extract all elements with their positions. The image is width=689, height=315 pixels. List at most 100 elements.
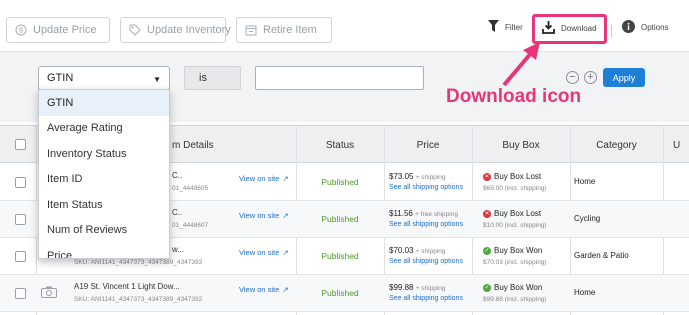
view-on-site-link[interactable]: View on site ↗	[239, 211, 289, 220]
category-label: Home	[574, 177, 596, 186]
chevron-down-icon: ▼	[153, 75, 161, 84]
item-sku: SKU: ANI1141_4347373_4347389_4347393	[74, 259, 203, 266]
view-on-site-link[interactable]: View on site ↗	[239, 174, 289, 183]
view-on-site-label: View on site	[239, 211, 280, 220]
buy-box-status: ✕ Buy Box Lost	[483, 172, 541, 181]
shipping-note: + free shipping	[415, 211, 458, 218]
dropdown-option-num-of-reviews[interactable]: Num of Reviews	[39, 218, 169, 244]
x-circle-icon: ✕	[483, 172, 491, 181]
filter-operator-label: is	[199, 72, 207, 84]
price-value: $99.88	[389, 283, 414, 292]
filter-operator: is	[184, 66, 241, 90]
remove-filter-icon[interactable]: −	[566, 71, 579, 84]
item-sku: 01_4448605	[172, 185, 209, 192]
dropdown-option-gtin[interactable]: GTIN	[39, 90, 169, 116]
select-all-checkbox[interactable]	[15, 139, 26, 150]
header-buy-box[interactable]: Buy Box	[472, 126, 570, 164]
header-price[interactable]: Price	[384, 126, 472, 164]
buy-box-status: ✕ Buy Box Lost	[483, 209, 541, 218]
retire-item-label: Retire Item	[263, 24, 317, 36]
camera-icon	[41, 286, 57, 298]
shipping-note: + shipping	[415, 174, 446, 181]
check-circle-icon: ✓	[483, 246, 491, 255]
table-row[interactable]: A19 St. Vincent 1 Light Dow... SKU: ANI1…	[0, 275, 689, 312]
dropdown-option-item-status[interactable]: Item Status	[39, 192, 169, 218]
buy-box-price: $99.88 (incl. shipping)	[483, 296, 547, 303]
shipping-note: + shipping	[415, 285, 446, 292]
external-link-icon: ↗	[282, 174, 289, 183]
shipping-note: + shipping	[415, 248, 446, 255]
update-inventory-button[interactable]: Update Inventory	[120, 17, 231, 43]
category-label: Garden & Patio	[574, 251, 629, 260]
item-sku: SKU: ANI1141_4347373_4347389_4347392	[74, 296, 203, 303]
header-item-details[interactable]: m Details	[172, 126, 214, 164]
tag-icon	[129, 24, 141, 36]
row-checkbox[interactable]	[15, 288, 26, 299]
external-link-icon: ↗	[282, 211, 289, 220]
dropdown-option-item-id[interactable]: Item ID	[39, 167, 169, 193]
item-name: A19 St. Vincent 1 Light Dow...	[74, 282, 180, 291]
row-checkbox[interactable]	[15, 214, 26, 225]
status-label: Published	[321, 251, 359, 261]
buy-box-price: $70.03 (incl. shipping)	[483, 259, 547, 266]
shipping-options-link[interactable]: See all shipping options	[389, 258, 463, 265]
dropdown-option-average-rating[interactable]: Average Rating	[39, 116, 169, 142]
buy-box-status: ✓ Buy Box Won	[483, 246, 542, 255]
dollar-icon: $	[15, 24, 27, 36]
dropdown-option-price[interactable]: Price	[39, 243, 169, 258]
status-label: Published	[321, 177, 359, 187]
status-label: Published	[321, 288, 359, 298]
calendar-icon	[245, 24, 257, 36]
view-on-site-link[interactable]: View on site ↗	[239, 285, 289, 294]
filter-label: Filter	[505, 23, 523, 32]
update-price-label: Update Price	[33, 24, 97, 36]
svg-text:$: $	[19, 28, 23, 35]
price-value: $73.05	[389, 172, 414, 181]
header-category[interactable]: Category	[570, 126, 663, 164]
shipping-options-link[interactable]: See all shipping options	[389, 295, 463, 302]
filter-field-dropdown: GTIN Average Rating Inventory Status Ite…	[38, 89, 170, 259]
toolbar-divider	[611, 25, 612, 37]
shipping-options-link[interactable]: See all shipping options	[389, 221, 463, 228]
buy-box-label: Buy Box Won	[494, 283, 543, 292]
header-status[interactable]: Status	[296, 126, 384, 164]
apply-button[interactable]: Apply	[603, 68, 645, 87]
category-label: Cycling	[574, 214, 601, 223]
update-inventory-label: Update Inventory	[147, 24, 231, 36]
check-circle-icon: ✓	[483, 283, 491, 292]
options-button[interactable]: Options	[622, 20, 669, 35]
row-checkbox[interactable]	[15, 251, 26, 262]
filter-field-select[interactable]: GTIN ▼	[38, 66, 170, 90]
filter-field-value: GTIN	[47, 72, 74, 84]
item-name: C..	[172, 208, 183, 217]
annotation-arrow	[502, 42, 540, 87]
x-circle-icon: ✕	[483, 209, 491, 218]
header-extra[interactable]: U	[673, 126, 680, 164]
add-filter-icon[interactable]: +	[584, 71, 597, 84]
info-icon	[622, 20, 635, 35]
external-link-icon: ↗	[282, 285, 289, 294]
buy-box-label: Buy Box Won	[494, 246, 543, 255]
shipping-options-link[interactable]: See all shipping options	[389, 184, 463, 191]
price-value: $11.56	[389, 209, 413, 218]
funnel-icon	[488, 20, 499, 35]
item-sku: 01_4448607	[172, 222, 209, 229]
filter-value-input[interactable]	[255, 66, 424, 90]
retire-item-button[interactable]: Retire Item	[236, 17, 332, 43]
buy-box-label: Buy Box Lost	[494, 209, 542, 218]
view-on-site-label: View on site	[239, 174, 280, 183]
row-checkbox[interactable]	[15, 177, 26, 188]
view-on-site-label: View on site	[239, 285, 280, 294]
price-cell: $70.03 + shipping	[389, 246, 446, 255]
buy-box-price: $69.00 (incl. shipping)	[483, 185, 547, 192]
view-on-site-link[interactable]: View on site ↗	[239, 248, 289, 257]
apply-label: Apply	[612, 72, 636, 83]
filter-button[interactable]: Filter	[488, 20, 523, 35]
update-price-button[interactable]: $ Update Price	[6, 17, 110, 43]
price-cell: $73.05 + shipping	[389, 172, 446, 181]
dropdown-option-inventory-status[interactable]: Inventory Status	[39, 141, 169, 167]
download-highlight-box	[532, 14, 607, 44]
status-label: Published	[321, 214, 359, 224]
options-label: Options	[641, 23, 669, 32]
item-name: w...	[172, 245, 185, 254]
